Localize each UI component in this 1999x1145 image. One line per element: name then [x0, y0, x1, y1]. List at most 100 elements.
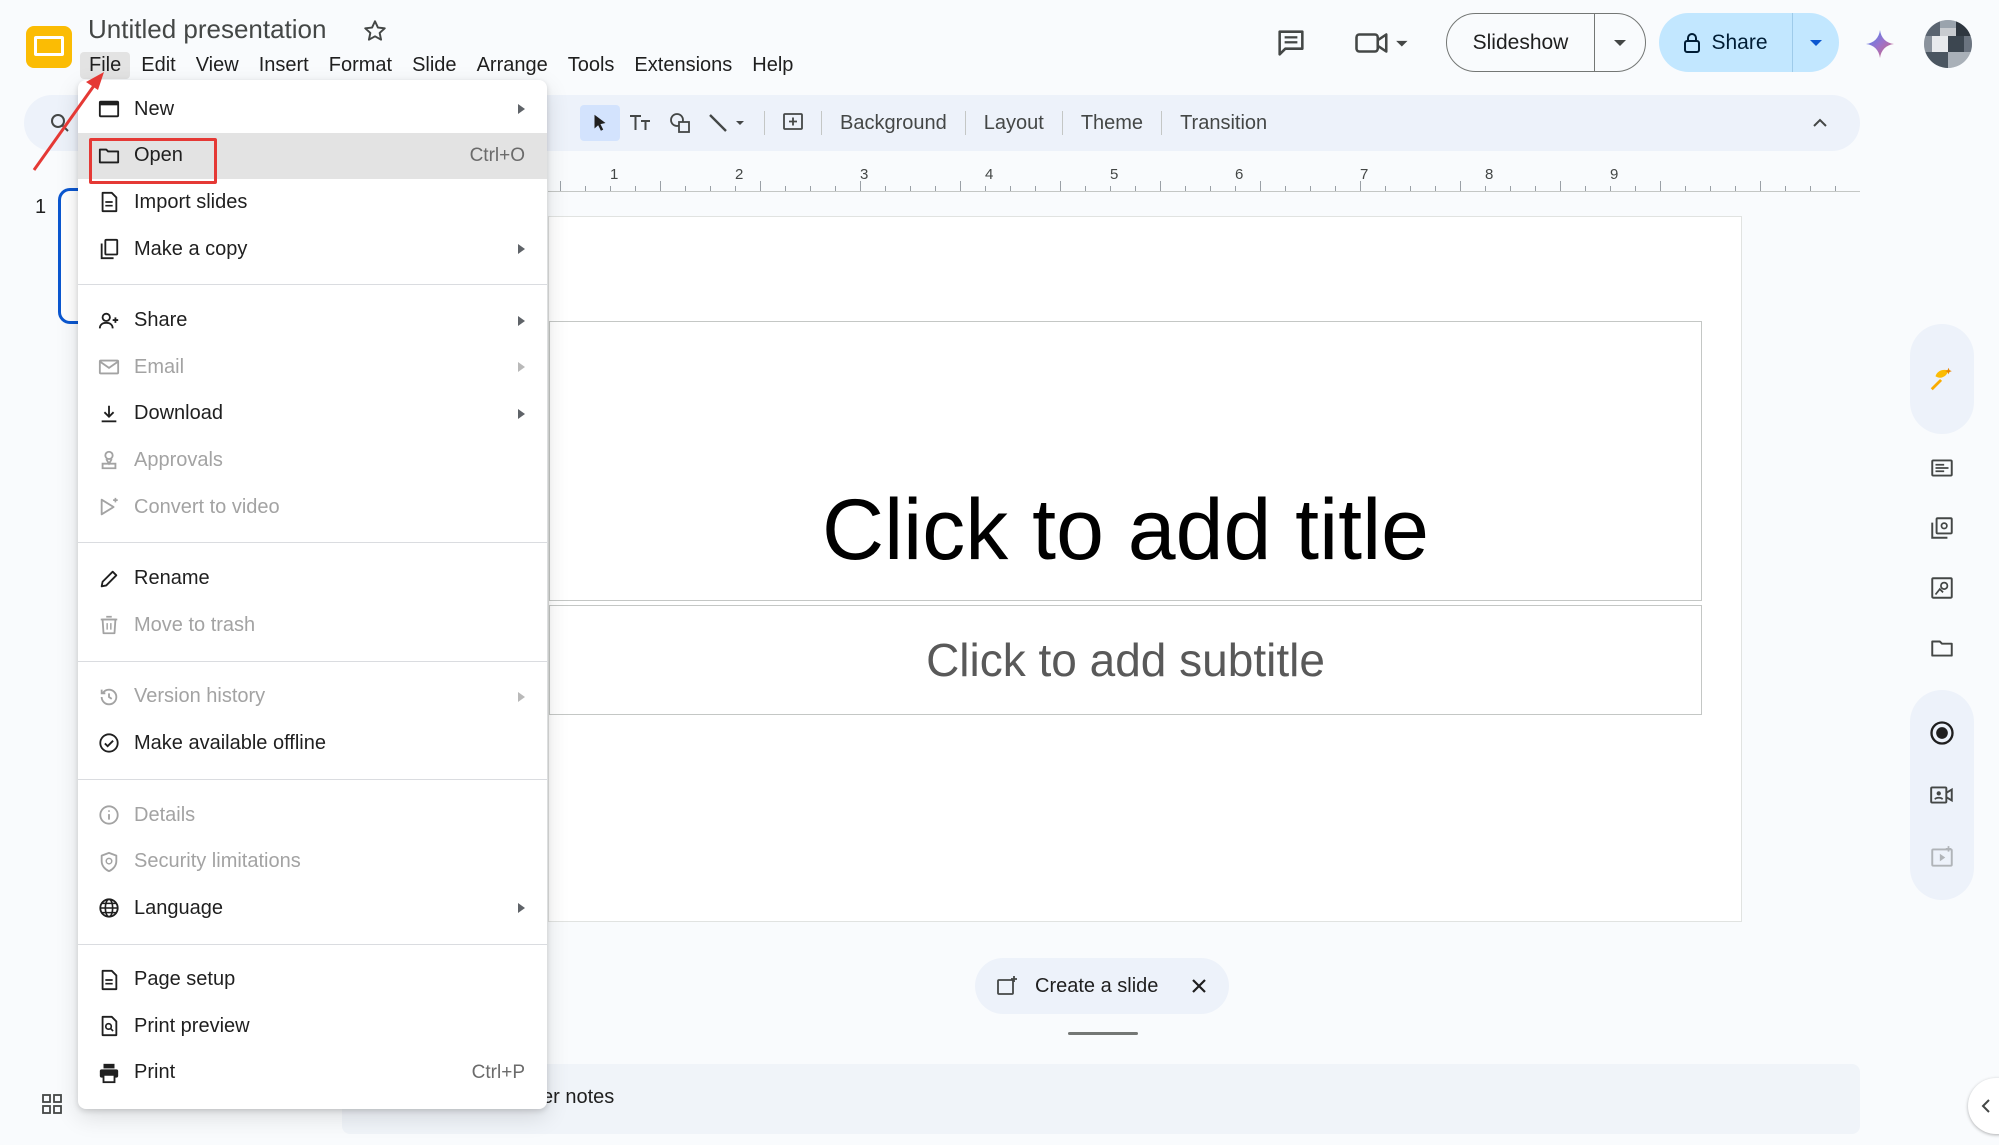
- menu-item-page-setup[interactable]: Page setup: [78, 957, 547, 1004]
- speaker-notes[interactable]: er notes: [342, 1064, 1860, 1134]
- chevron-up-icon[interactable]: [1808, 111, 1832, 135]
- shape-icon[interactable]: [660, 105, 700, 141]
- slide-layout-icon[interactable]: [1928, 455, 1956, 481]
- menu-view[interactable]: View: [187, 52, 248, 79]
- ruler-tick: [1460, 181, 1461, 191]
- add-slide-icon: [995, 974, 1019, 998]
- ruler-tick: [885, 186, 886, 191]
- theme-button[interactable]: Theme: [1071, 112, 1153, 135]
- menu-format[interactable]: Format: [320, 52, 401, 79]
- menu-item-make-available-offline[interactable]: Make available offline: [78, 720, 547, 767]
- ruler-tick: [1410, 186, 1411, 191]
- menu-slide[interactable]: Slide: [403, 52, 465, 79]
- meet-video-icon[interactable]: [1352, 26, 1412, 60]
- menu-item-label: Download: [134, 402, 223, 425]
- menu-item-rename[interactable]: Rename: [78, 555, 547, 602]
- globe-icon: [96, 895, 122, 921]
- menu-item-convert-to-video: Convert to video: [78, 484, 547, 531]
- menu-item-import-slides[interactable]: Import slides: [78, 179, 547, 226]
- ruler-tick: [860, 181, 861, 191]
- ruler-tick: [1210, 186, 1211, 191]
- menu-item-label: Print: [134, 1061, 176, 1084]
- menu-item-open[interactable]: Open Ctrl+O: [78, 132, 547, 180]
- text-box-icon[interactable]: [620, 105, 660, 141]
- menu-divider: [78, 284, 547, 286]
- line-icon[interactable]: [700, 105, 756, 141]
- close-icon[interactable]: [1189, 976, 1209, 996]
- slideshow-dropdown-icon[interactable]: [1595, 14, 1645, 71]
- notes-drag-handle[interactable]: [1068, 1032, 1138, 1035]
- ruler-tick: [610, 186, 611, 191]
- title-placeholder-text: Click to add title: [821, 482, 1430, 578]
- ruler-tick: [1385, 186, 1386, 191]
- horizontal-ruler[interactable]: 1 2 3 4 5 6 7 8 9: [548, 162, 1860, 192]
- submenu-arrow-icon: [518, 408, 525, 419]
- image-search-icon[interactable]: [1928, 575, 1956, 601]
- camera-recording-icon[interactable]: [1928, 781, 1956, 809]
- menu-file[interactable]: File: [80, 51, 131, 79]
- slide-canvas[interactable]: Click to add title Click to add subtitle: [548, 216, 1742, 922]
- menu-edit[interactable]: Edit: [132, 52, 184, 79]
- menu-item-download[interactable]: Download: [78, 391, 547, 438]
- ruler-label: 5: [1110, 166, 1119, 183]
- menu-item-new[interactable]: New: [78, 86, 547, 133]
- slides-logo[interactable]: [24, 22, 74, 72]
- avatar[interactable]: [1924, 20, 1972, 68]
- menu-help[interactable]: Help: [743, 52, 802, 79]
- ruler-tick: [1485, 186, 1486, 191]
- ruler-tick: [1835, 186, 1836, 191]
- ruler-tick: [1185, 186, 1186, 191]
- create-slide-chip[interactable]: Create a slide: [975, 958, 1229, 1014]
- menu-extensions[interactable]: Extensions: [625, 52, 741, 79]
- slideshow-button-group: Slideshow: [1446, 13, 1646, 72]
- menu-item-share[interactable]: Share: [78, 297, 547, 344]
- menu-item-label: Make available offline: [134, 731, 326, 754]
- background-button[interactable]: Background: [830, 112, 957, 135]
- ruler-tick: [1360, 181, 1361, 191]
- title-placeholder[interactable]: Click to add title: [549, 321, 1702, 601]
- ruler-tick: [810, 186, 811, 191]
- play-recording-icon[interactable]: [1928, 843, 1956, 871]
- toolbar-divider: [764, 111, 765, 135]
- menu-arrange[interactable]: Arrange: [468, 52, 557, 79]
- comments-icon[interactable]: [1274, 26, 1308, 60]
- help-me-create-icon[interactable]: [1928, 365, 1956, 393]
- ruler-tick: [985, 186, 986, 191]
- slideshow-button[interactable]: Slideshow: [1447, 14, 1595, 71]
- document-title[interactable]: Untitled presentation: [88, 14, 326, 45]
- menu-tools[interactable]: Tools: [559, 52, 624, 79]
- folder-icon[interactable]: [1928, 635, 1956, 661]
- menu-item-print[interactable]: Print Ctrl+P: [78, 1050, 547, 1097]
- menu-item-make-a-copy[interactable]: Make a copy: [78, 226, 547, 273]
- menu-item-label: Make a copy: [134, 237, 248, 260]
- add-comment-icon[interactable]: [773, 105, 813, 141]
- history-icon: [96, 684, 122, 710]
- submenu-arrow-icon: [518, 903, 525, 914]
- star-icon[interactable]: [362, 18, 388, 44]
- submenu-arrow-icon: [518, 315, 525, 326]
- select-tool-icon[interactable]: [580, 105, 620, 141]
- subtitle-placeholder[interactable]: Click to add subtitle: [549, 605, 1702, 715]
- share-dropdown-icon[interactable]: [1793, 13, 1839, 72]
- menu-item-print-preview[interactable]: Print preview: [78, 1003, 547, 1050]
- menu-insert[interactable]: Insert: [250, 52, 318, 79]
- person-add-icon: [96, 308, 122, 334]
- search-menus-icon[interactable]: [48, 111, 72, 135]
- layout-button[interactable]: Layout: [974, 112, 1054, 135]
- side-panel-tools: [1910, 428, 1974, 678]
- ruler-tick: [1710, 186, 1711, 191]
- copy-slides-icon[interactable]: [1928, 515, 1956, 541]
- ruler-tick: [835, 186, 836, 191]
- transition-button[interactable]: Transition: [1170, 112, 1277, 135]
- menu-item-approvals: Approvals: [78, 437, 547, 484]
- menu-divider: [78, 943, 547, 945]
- menu-item-language[interactable]: Language: [78, 885, 547, 932]
- slide-number: 1: [35, 196, 47, 218]
- share-button[interactable]: Share: [1659, 13, 1793, 72]
- chevron-left-icon[interactable]: [1968, 1078, 1999, 1134]
- menu-item-security-limitations: Security limitations: [78, 838, 547, 885]
- document-icon: [96, 189, 122, 215]
- grid-view-icon[interactable]: [40, 1092, 64, 1116]
- gemini-icon[interactable]: [1864, 28, 1896, 60]
- record-icon[interactable]: [1928, 719, 1956, 747]
